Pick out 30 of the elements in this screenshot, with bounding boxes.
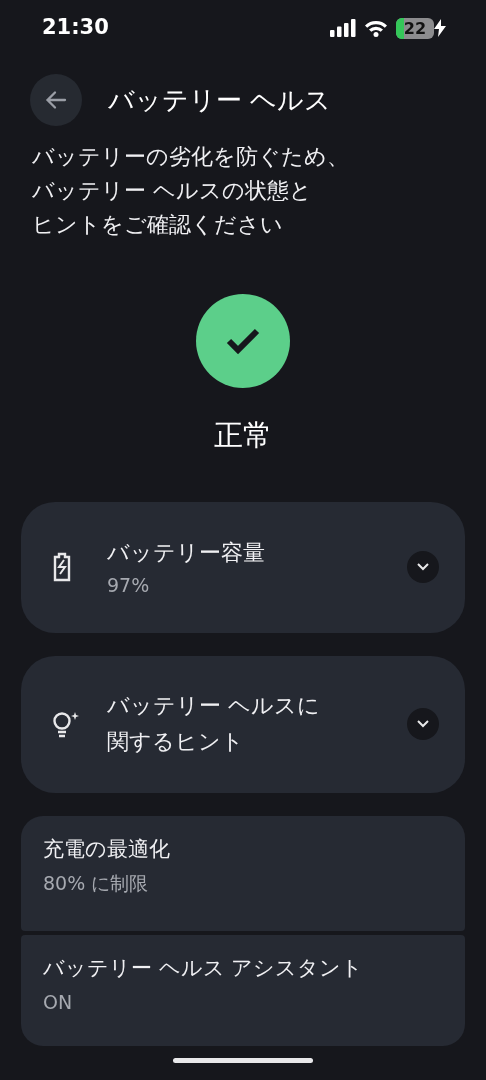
chevron-icon [416,719,430,729]
setting-title: 充電の最適化 [43,835,171,863]
signal-icon [330,19,356,37]
card-title: バッテリー ヘルスに [107,692,321,720]
home-indicator[interactable] [173,1057,313,1063]
battery-icon: 22 [396,17,434,39]
card-title: 関するヒント [107,728,245,756]
expand-button[interactable] [407,708,439,740]
card-title: バッテリー容量 [107,538,266,567]
expandable-card[interactable]: バッテリー ヘルスに 関するヒント [21,655,465,793]
settings-row[interactable]: バッテリー ヘルス アシスタント ON [21,934,465,1046]
battery-icon [51,552,73,582]
description-line: バッテリーの劣化を防ぐため、 [32,143,350,171]
setting-value: ON [43,990,74,1015]
time-text: 21:30 [42,14,109,42]
back-button[interactable] [30,74,82,126]
back-icon [45,89,67,111]
page-title: バッテリー ヘルス [108,83,332,117]
settings-row[interactable]: 充電の最適化 80% に制限 [21,815,465,931]
lightbulb-icon [51,709,81,739]
card-subtitle: 97% [107,572,151,598]
setting-title: バッテリー ヘルス アシスタント [43,954,365,982]
chevron-icon [416,562,430,572]
expandable-card[interactable]: バッテリー容量 97% [21,501,465,633]
expand-button[interactable] [407,551,439,583]
status-text: 正常 [213,417,273,454]
description-line: バッテリー ヘルスの状態と [32,177,313,205]
description-line: ヒントをご確認ください [32,211,284,239]
setting-value: 80% に制限 [43,871,150,896]
wifi-icon [364,19,388,37]
